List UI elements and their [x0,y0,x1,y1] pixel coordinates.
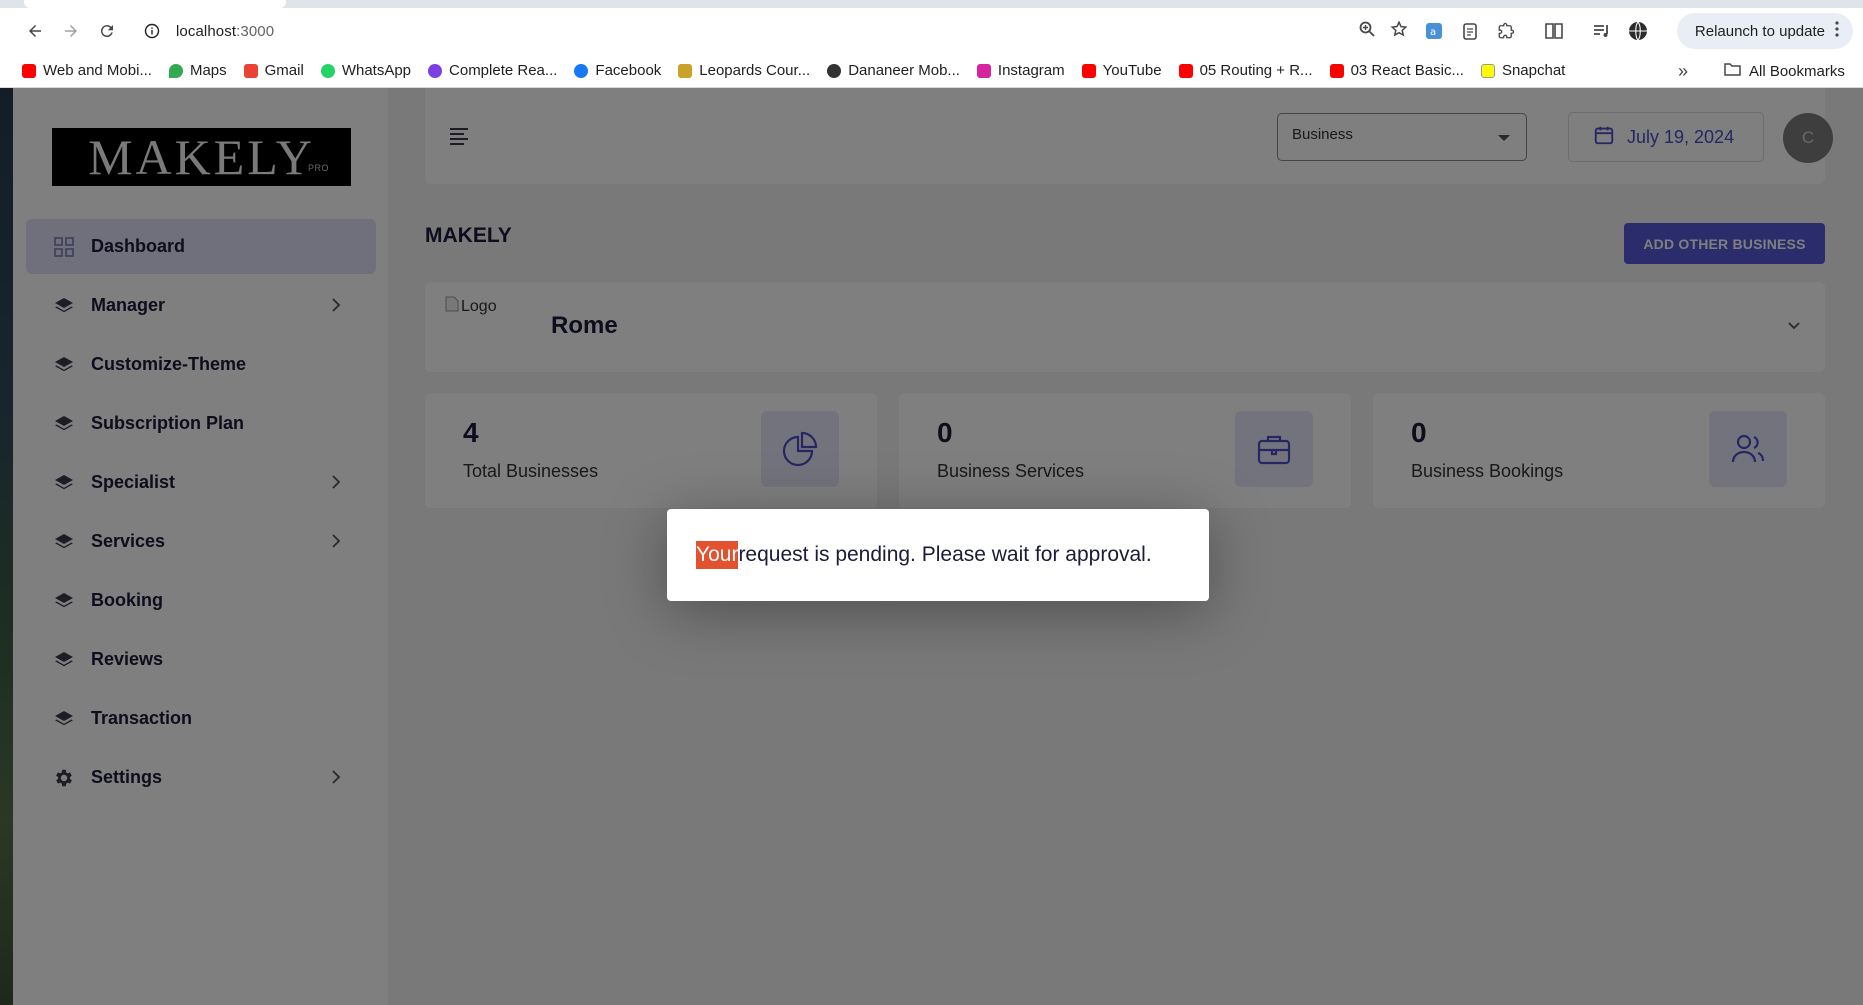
facebook-favicon-icon [574,63,589,78]
browser-toolbar: localhost:3000 a Relaunch to update [0,8,1863,54]
bookmark-item[interactable]: Facebook [574,62,661,79]
address-bar[interactable]: localhost:3000 [132,12,1418,50]
whatsapp-favicon-icon [320,63,335,78]
bookmark-item[interactable]: YouTube [1081,62,1162,79]
site-info-icon[interactable] [138,17,166,45]
bookmark-item[interactable]: Instagram [976,62,1065,79]
profile-globe-icon[interactable] [1628,21,1648,41]
more-vert-icon[interactable] [1835,21,1839,41]
clipboard-extension-icon[interactable] [1460,21,1480,41]
maps-favicon-icon [168,63,183,78]
youtube-favicon-icon [1329,63,1344,78]
bookmark-item[interactable]: Complete Rea... [428,62,557,79]
tab-strip [0,0,1863,8]
youtube-favicon-icon [1081,63,1096,78]
globe-favicon-icon [827,63,842,78]
extensions-puzzle-icon[interactable] [1496,21,1516,41]
bookmark-item[interactable]: Snapchat [1480,62,1565,79]
bookmark-item[interactable]: 03 React Basic... [1329,62,1464,79]
active-tab[interactable] [24,0,286,8]
pending-approval-dialog: Your request is pending. Please wait for… [667,509,1209,601]
bookmark-item[interactable]: Web and Mobi... [22,62,152,79]
media-controls-icon[interactable] [1592,21,1612,41]
leopards-favicon-icon [678,63,693,78]
snapchat-favicon-icon [1480,63,1495,78]
forward-icon[interactable] [53,13,89,49]
bookmark-item[interactable]: WhatsApp [320,62,411,79]
web-page: MAKELY PRO Dashboard Manager Customize-T… [0,88,1863,1005]
bookmark-item[interactable]: Dananeer Mob... [827,62,960,79]
reload-icon[interactable] [89,13,125,49]
back-icon[interactable] [17,13,53,49]
more-bookmarks-button[interactable]: » [1678,54,1688,88]
course-favicon-icon [428,63,443,78]
zoom-icon[interactable] [1358,20,1376,43]
reading-mode-icon[interactable] [1544,21,1564,41]
relaunch-button[interactable]: Relaunch to update [1676,13,1853,49]
bookmark-item[interactable]: 05 Routing + R... [1178,62,1313,79]
svg-text:a: a [1430,27,1436,38]
dialog-message: request is pending. Please wait for appr… [738,543,1152,566]
bookmarks-bar: Web and Mobi... Maps Gmail WhatsApp Comp… [0,54,1863,88]
instagram-favicon-icon [976,63,991,78]
youtube-favicon-icon [22,63,36,78]
translate-extension-icon[interactable]: a [1424,21,1444,41]
url-text: localhost:3000 [176,22,275,40]
bookmark-item[interactable]: Maps [168,62,227,79]
selected-text-highlight: Your [696,541,739,569]
all-bookmarks-button[interactable]: All Bookmarks [1724,54,1845,88]
bookmark-item[interactable]: Gmail [243,62,304,79]
bookmark-star-icon[interactable] [1390,19,1408,43]
folder-icon [1724,62,1741,80]
youtube-favicon-icon [1178,63,1193,78]
bookmark-item[interactable]: Leopards Cour... [678,62,810,79]
gmail-favicon-icon [243,63,258,78]
